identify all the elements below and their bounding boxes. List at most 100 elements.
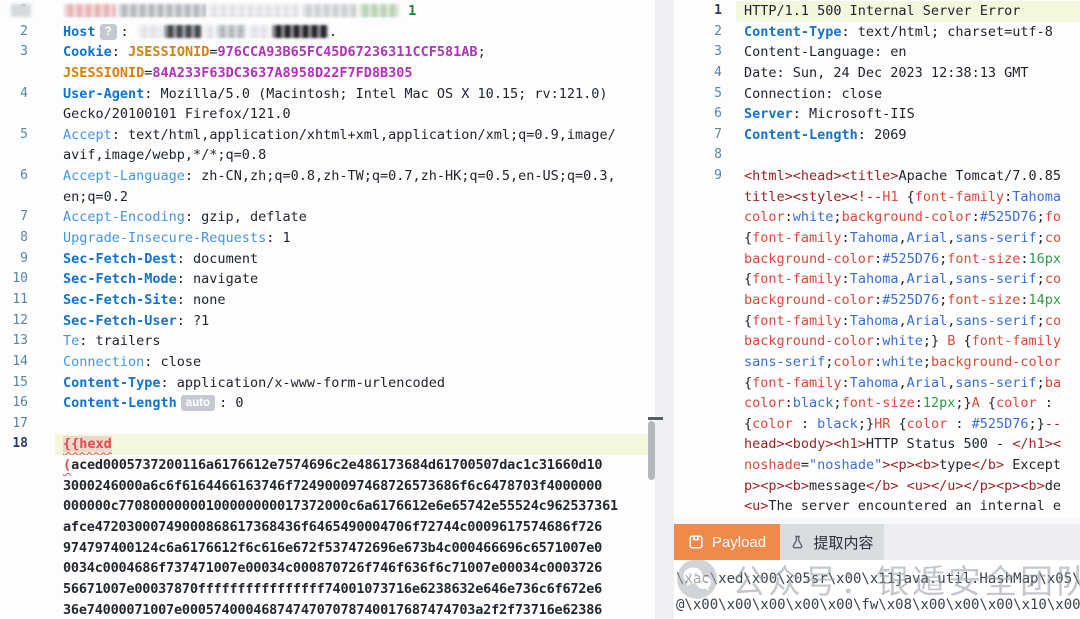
code-line[interactable]: 18{{hexd <box>0 434 655 455</box>
code-line[interactable]: color:black;font-size:12px;}A {color : <box>674 393 1080 414</box>
code-line[interactable]: 5Connection: close <box>674 84 1080 105</box>
code-line[interactable]: <u>The server encountered an internal e <box>674 496 1080 517</box>
token: background-color <box>744 333 874 349</box>
code-line[interactable]: 3Content-Language: en <box>674 42 1080 63</box>
code-line[interactable]: 4Date: Sun, 24 Dec 2023 12:38:13 GMT <box>674 63 1080 84</box>
code-line[interactable]: 000000c77080000000100000000017372000c6a6… <box>0 496 655 517</box>
code-line[interactable]: 10Sec-Fetch-Mode: navigate <box>0 269 655 290</box>
line-number: 16 <box>0 393 28 414</box>
code-line[interactable]: 8 <box>674 145 1080 166</box>
code-line[interactable]: 17 <box>0 414 655 435</box>
code-line[interactable]: 7Content-Length: 2069 <box>674 125 1080 146</box>
redacted-blur <box>208 4 300 17</box>
token: 976CCA93B65FC45D67236311CCF581AB <box>217 44 477 60</box>
line-number <box>0 558 28 579</box>
code-line[interactable]: background-color:#525D76;font-size:14px <box>674 290 1080 311</box>
redacted-blur <box>248 25 270 38</box>
code-line[interactable]: {font-family:Tahoma,Arial,sans-serif;co <box>674 269 1080 290</box>
token: , <box>898 271 906 287</box>
request-scrollbar-thumb[interactable] <box>648 421 655 480</box>
token: JSESSIONID <box>128 44 209 60</box>
code-line[interactable]: 3000246000a6c6f6164466163746f72490009746… <box>0 476 655 497</box>
redacted-blur <box>216 25 246 38</box>
line-number <box>674 455 722 476</box>
code-line[interactable]: 15Content-Type: application/x-www-form-u… <box>0 373 655 394</box>
code-line[interactable]: 13Te: trailers <box>0 331 655 352</box>
code-line[interactable]: 56671007e00037870ffffffffffffffff7400107… <box>0 579 655 600</box>
token: Sec-Fetch-Mode <box>63 271 177 287</box>
code-line[interactable]: 14Connection: close <box>0 352 655 373</box>
code-line[interactable]: 6Server: Microsoft-IIS <box>674 104 1080 125</box>
code-line[interactable]: (aced0005737200116a6176612e7574696c2e486… <box>0 455 655 476</box>
tab-extract-content[interactable]: 提取内容 <box>780 524 884 560</box>
code-line[interactable]: color:white;background-color:#525D76;fo <box>674 207 1080 228</box>
code-line[interactable]: {font-family:Tahoma,Arial,sans-serif;co <box>674 311 1080 332</box>
code-line[interactable]: 8Upgrade-Insecure-Requests: 1 <box>0 228 655 249</box>
code-line[interactable]: 16Content-Lengthauto: 0 <box>0 393 655 414</box>
code-line[interactable]: 36e74000071007e0005740004687474707078740… <box>0 600 655 619</box>
code-line[interactable]: 1HTTP/1.1 500 Internal Server Error <box>674 1 1080 22</box>
code-text: Accept: text/html,application/xhtml+xml,… <box>55 125 655 146</box>
tab-payload[interactable]: Payload <box>674 524 780 560</box>
line-number: 2 <box>674 22 722 43</box>
code-line[interactable]: 9Sec-Fetch-Dest: document <box>0 249 655 270</box>
token: white <box>793 209 834 225</box>
code-line[interactable]: p><p><b>message</b> <u></u></p><p><b>de <box>674 476 1080 497</box>
code-line[interactable]: 3Cookie: JSESSIONID=976CCA93B65FC45D6723… <box>0 42 655 63</box>
code-line[interactable]: 12Sec-Fetch-User: ?1 <box>0 311 655 332</box>
line-number <box>674 476 722 497</box>
code-line[interactable]: 1 1 <box>0 1 655 22</box>
token: </b> <box>972 457 1005 473</box>
code-text: (aced0005737200116a6176612e7574696c2e486… <box>55 455 655 476</box>
code-line[interactable]: 2Host?: . <box>0 22 655 43</box>
token: 36e74000071007e0005740004687474707078740… <box>63 602 602 618</box>
resize-handle[interactable] <box>648 417 663 420</box>
payload-preview[interactable]: \xac\xed\x00\x05sr\x00\x11java.util.Hash… <box>674 560 1080 619</box>
line-number: 1 <box>0 1 28 22</box>
code-line[interactable]: head><body><h1>HTTP Status 500 - </h1>< <box>674 434 1080 455</box>
token: sans-serif <box>955 230 1036 246</box>
token: { <box>980 395 996 411</box>
code-line[interactable]: avif,image/webp,*/*;q=0.8 <box>0 145 655 166</box>
token <box>898 478 906 494</box>
code-text: 000000c77080000000100000000017372000c6a6… <box>55 496 655 517</box>
token: : Mozilla/5.0 (Macintosh; Intel Mac OS X… <box>144 86 615 102</box>
line-number: 6 <box>0 166 28 187</box>
code-line[interactable]: 4User-Agent: Mozilla/5.0 (Macintosh; Int… <box>0 84 655 105</box>
code-line[interactable]: JSESSIONID=84A233F63DC3637A8958D22F7FD8B… <box>0 63 655 84</box>
code-text: p><p><b>message</b> <u></u></p><p><b>de <box>736 476 1080 497</box>
code-line[interactable]: 9<html><head><title>Apache Tomcat/7.0.85 <box>674 166 1080 187</box>
code-line[interactable]: sans-serif;color:white;background-color <box>674 352 1080 373</box>
token: sans-serif <box>744 354 825 370</box>
token: 12px <box>923 395 956 411</box>
code-line[interactable]: title><style><!--H1 {font-family:Tahoma <box>674 187 1080 208</box>
token: : zh-CN,zh;q=0.8,zh-TW;q=0.7,zh-HK;q=0.5… <box>185 168 616 184</box>
token: : application/x-www-form-urlencoded <box>161 375 445 391</box>
request-editor[interactable]: 1 12Host?: .3Cookie: JSESSIONID=976CCA93… <box>0 0 655 619</box>
code-line[interactable]: 974797400124c6a6176612f6c616e672f5374726… <box>0 538 655 559</box>
code-line[interactable]: {color : black;}HR {color : #525D76;}-- <box>674 414 1080 435</box>
code-line[interactable]: noshade="noshade"><p><b>type</b> Except <box>674 455 1080 476</box>
code-line[interactable]: 5Accept: text/html,application/xhtml+xml… <box>0 125 655 146</box>
code-line[interactable]: Gecko/20100101 Firefox/121.0 <box>0 104 655 125</box>
code-line[interactable]: {font-family:Tahoma,Arial,sans-serif;ba <box>674 373 1080 394</box>
code-text: Date: Sun, 24 Dec 2023 12:38:13 GMT <box>736 63 1080 84</box>
code-line[interactable]: 0034c0004686f737471007e00034c000870726f7… <box>0 558 655 579</box>
token: ; <box>939 292 947 308</box>
code-line[interactable]: en;q=0.2 <box>0 187 655 208</box>
response-viewer[interactable]: 1HTTP/1.1 500 Internal Server Error2Cont… <box>674 0 1080 518</box>
code-line[interactable]: 6Accept-Language: zh-CN,zh;q=0.8,zh-TW;q… <box>0 166 655 187</box>
code-line[interactable]: 7Accept-Encoding: gzip, deflate <box>0 207 655 228</box>
line-number: 3 <box>674 42 722 63</box>
code-line[interactable]: 11Sec-Fetch-Site: none <box>0 290 655 311</box>
token: color <box>996 395 1037 411</box>
redacted-blur <box>272 25 328 38</box>
code-line[interactable]: background-color:#525D76;font-size:16px <box>674 249 1080 270</box>
code-line[interactable]: afce47203000749000868617368436f646549000… <box>0 517 655 538</box>
code-text: Te: trailers <box>55 331 655 352</box>
panel-divider[interactable] <box>655 0 674 619</box>
code-line[interactable]: {font-family:Tahoma,Arial,sans-serif;co <box>674 228 1080 249</box>
token: font-size <box>842 395 915 411</box>
code-line[interactable]: background-color:white;} B {font-family <box>674 331 1080 352</box>
code-line[interactable]: 2Content-Type: text/html; charset=utf-8 <box>674 22 1080 43</box>
